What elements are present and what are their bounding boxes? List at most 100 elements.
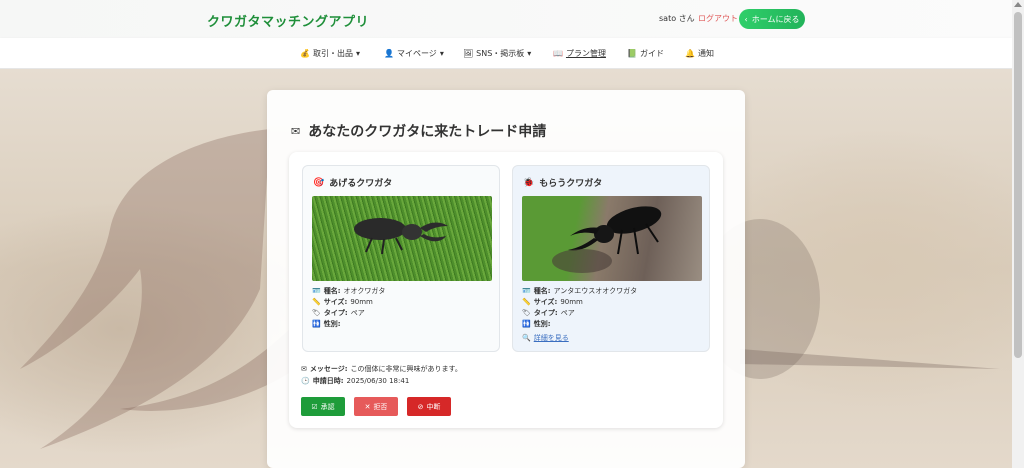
species-value: アンタエウスオオクワガタ [553,287,638,295]
detail-row-sex: 🚻 性別: [312,319,385,330]
guide-book-icon: 📗 [627,49,637,58]
species-value: オオクワガタ [343,287,386,295]
abort-button[interactable]: ⊘ 中断 [407,397,451,416]
nav-item-label: 通知 [697,49,714,58]
stop-icon: ⊘ [417,402,424,411]
give-beetle-title-text: あげるクワガタ [329,179,393,189]
page-title: ✉ あなたのクワガタに来たトレード申請 [291,121,546,141]
envelope-icon: ✉ [301,365,307,373]
detail-label: 性別: [323,320,341,328]
detail-row-species: 🪪 種名: オオクワガタ [312,286,385,297]
check-icon: ☑ [311,402,318,411]
nav-item-sns[interactable]: 🖼 SNS・掲示板 ▾ [463,48,531,59]
app-title[interactable]: クワガタマッチングアプリ [207,11,369,30]
tag-icon: 🏷 [312,309,321,317]
scroll-up-arrow-icon[interactable] [1014,2,1022,7]
detail-label: サイズ: [323,298,348,306]
chevron-down-icon: ▾ [355,49,360,58]
nav-item-guide[interactable]: 📗 ガイド [627,48,664,59]
picture-icon: 🖼 [463,49,474,58]
book-icon: 📖 [553,49,563,58]
target-icon: 🎯 [313,177,325,188]
give-beetle-title: 🎯 あげるクワガタ [313,176,393,190]
detail-label: 性別: [533,320,551,328]
magnifier-icon: 🔍 [522,334,531,342]
clock-icon: 🕒 [301,377,310,385]
nav-item-mypage[interactable]: 👤 マイページ ▾ [384,48,444,59]
money-bag-icon: 💰 [300,49,310,58]
size-value: 90mm [560,298,583,306]
gender-icon: 🚻 [522,320,531,328]
detail-row-size: 📏 サイズ: 90mm [522,297,637,308]
detail-row-species: 🪪 種名: アンタエウスオオクワガタ [522,286,637,297]
receive-beetle-details: 🪪 種名: アンタエウスオオクワガタ 📏 サイズ: 90mm 🏷 タイプ: ペア… [522,286,637,344]
detail-row-type: 🏷 タイプ: ペア [312,308,385,319]
action-buttons: ☑ 承認 ✕ 拒否 ⊘ 中断 [301,397,451,416]
bug-icon: 🐞 [523,177,535,188]
request-meta: ✉ メッセージ: この個体に非常に興味があります。 🕒 申請日時: 2025/0… [301,363,462,387]
stag-beetle-icon [552,206,662,273]
detail-row-sex: 🚻 性別: [522,319,637,330]
give-beetle-details: 🪪 種名: オオクワガタ 📏 サイズ: 90mm 🏷 タイプ: ペア 🚻 性別: [312,286,385,330]
detail-row-type: 🏷 タイプ: ペア [522,308,637,319]
date-label: 申請日時: [312,377,344,385]
id-card-icon: 🪪 [312,287,321,295]
trade-request-card: ✉ あなたのクワガタに来たトレード申請 🎯 あげるクワガタ 🪪 種名: オオクワ… [267,90,745,468]
trade-request-item: 🎯 あげるクワガタ 🪪 種名: オオクワガタ 📏 サイズ: 90mm 🏷 タイプ… [289,152,723,428]
receive-beetle-photo [522,196,702,281]
view-details-link[interactable]: 詳細を見る [534,333,569,344]
stag-beetle-icon [354,218,448,255]
gender-icon: 🚻 [312,320,321,328]
give-beetle-photo [312,196,492,281]
nav-item-trade[interactable]: 💰 取引・出品 ▾ [300,48,360,59]
logout-link[interactable]: ログアウト [698,13,738,24]
detail-label: サイズ: [533,298,558,306]
nav-item-label: ガイド [639,49,664,58]
tag-icon: 🏷 [522,309,531,317]
top-header: クワガタマッチングアプリ sato さん ログアウト ‹ ホームに戻る [0,0,1012,38]
message-row: ✉ メッセージ: この個体に非常に興味があります。 [301,363,462,375]
detail-label: タイプ: [323,309,348,317]
nav-item-notifications[interactable]: 🔔 通知 [685,48,714,59]
nav-item-plan[interactable]: 📖 プラン管理 [553,48,606,59]
chevron-down-icon: ▾ [439,49,444,58]
approve-button[interactable]: ☑ 承認 [301,397,345,416]
give-beetle-panel: 🎯 あげるクワガタ 🪪 種名: オオクワガタ 📏 サイズ: 90mm 🏷 タイプ… [302,165,500,352]
detail-label: 種名: [323,287,341,295]
home-button[interactable]: ‹ ホームに戻る [739,9,805,29]
detail-row-size: 📏 サイズ: 90mm [312,297,385,308]
chevron-left-icon: ‹ [744,14,748,24]
id-card-icon: 🪪 [522,287,531,295]
nav-item-label: プラン管理 [565,49,606,58]
nav-item-label: SNS・掲示板 [476,49,525,58]
abort-button-label: 中断 [426,402,441,411]
date-row: 🕒 申請日時: 2025/06/30 18:41 [301,375,462,387]
detail-label: 種名: [533,287,551,295]
reject-button-label: 拒否 [373,402,388,411]
home-button-label: ホームに戻る [751,14,800,24]
type-value: ペア [560,309,575,317]
page-title-text: あなたのクワガタに来たトレード申請 [308,124,547,140]
type-value: ペア [350,309,365,317]
detail-link-row[interactable]: 🔍 詳細を見る [522,333,637,344]
ruler-icon: 📏 [522,298,531,306]
nav-item-label: マイページ [396,49,437,58]
user-icon: 👤 [384,49,394,58]
receive-beetle-panel: 🐞 もらうクワガタ 🪪 種名: アンタエウスオオクワガタ 📏 サイズ: 90mm… [512,165,710,352]
size-value: 90mm [350,298,373,306]
user-name: sato さん [659,14,695,23]
message-label: メッセージ: [309,365,348,373]
detail-label: タイプ: [533,309,558,317]
reject-button[interactable]: ✕ 拒否 [354,397,398,416]
envelope-icon: ✉ [291,124,301,138]
ruler-icon: 📏 [312,298,321,306]
scrollbar-thumb[interactable] [1014,12,1022,358]
nav-bar: 💰 取引・出品 ▾ 👤 マイページ ▾ 🖼 SNS・掲示板 ▾ 📖 プラン管理 … [0,38,1012,69]
date-value: 2025/06/30 18:41 [346,377,410,385]
nav-item-label: 取引・出品 [312,49,353,58]
receive-beetle-title: 🐞 もらうクワガタ [523,176,603,190]
cross-icon: ✕ [364,402,371,411]
chevron-down-icon: ▾ [527,49,532,58]
receive-beetle-title-text: もらうクワガタ [539,179,603,189]
bell-icon: 🔔 [685,49,695,58]
